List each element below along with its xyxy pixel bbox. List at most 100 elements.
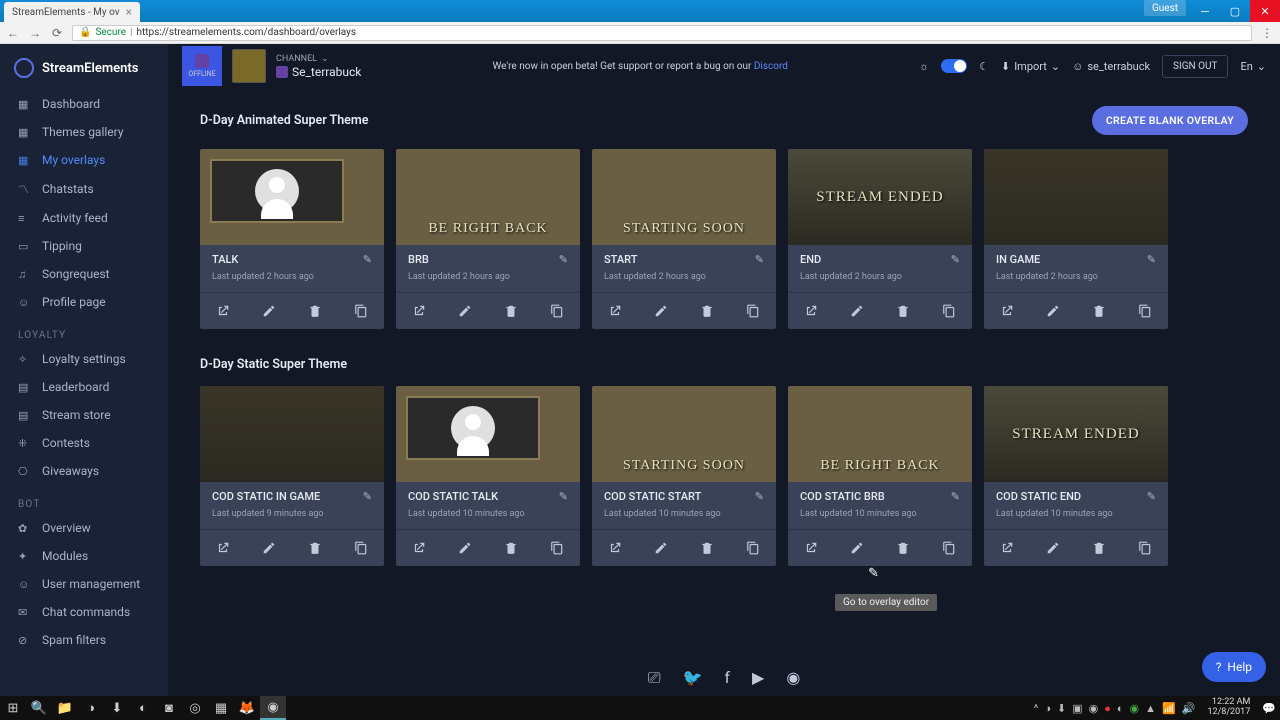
youtube-icon[interactable]: ▶ [752, 668, 764, 688]
channel-avatar[interactable] [232, 49, 266, 83]
start-icon[interactable]: ⊞ [0, 696, 26, 720]
firefox-icon[interactable]: 🦊 [234, 696, 260, 720]
steam-icon[interactable]: ◑ [78, 696, 104, 720]
sidebar-item-giveaways[interactable]: ⎔Giveaways [0, 457, 168, 485]
tray-icon[interactable]: ◐ [1117, 702, 1124, 715]
tray-icon[interactable]: ◑ [1044, 702, 1051, 715]
tray-icon[interactable]: ^ [1034, 702, 1039, 715]
delete-icon[interactable] [684, 530, 730, 566]
discord-icon[interactable]: ◙ [156, 696, 182, 720]
launch-icon[interactable] [396, 293, 442, 329]
user-menu[interactable]: ☺se_terrabuck [1072, 60, 1150, 73]
edit-icon[interactable] [246, 530, 292, 566]
edit-icon[interactable] [638, 530, 684, 566]
overlay-thumbnail[interactable] [200, 386, 384, 482]
tray-icon[interactable]: ◉ [1130, 702, 1140, 715]
explorer-icon[interactable]: 📁 [52, 696, 78, 720]
sidebar-item-leaderboard[interactable]: ▤Leaderboard [0, 373, 168, 401]
signout-button[interactable]: SIGN OUT [1162, 55, 1228, 78]
copy-icon[interactable] [926, 293, 972, 329]
create-overlay-button[interactable]: CREATE BLANK OVERLAY [1092, 106, 1248, 135]
overlay-thumbnail[interactable] [396, 386, 580, 482]
close-icon[interactable]: × [126, 5, 132, 19]
edit-icon[interactable] [834, 293, 880, 329]
browser-tab[interactable]: StreamElements - My ov × [4, 2, 140, 22]
overlay-thumbnail[interactable]: STARTING SOON [592, 386, 776, 482]
edit-icon[interactable]: ✎ [1147, 253, 1156, 266]
sidebar-item-stream-store[interactable]: ▤Stream store [0, 401, 168, 429]
copy-icon[interactable] [730, 530, 776, 566]
twitter-icon[interactable]: 🐦 [683, 668, 703, 688]
channel-label[interactable]: CHANNEL⌄ [276, 54, 361, 64]
import-button[interactable]: ⬇Import⌄ [1001, 60, 1060, 73]
facebook-icon[interactable]: f [724, 668, 730, 688]
obs-icon[interactable]: ◎ [182, 696, 208, 720]
delete-icon[interactable] [684, 293, 730, 329]
sidebar-item-overview[interactable]: ✿Overview [0, 514, 168, 542]
launch-icon[interactable] [200, 293, 246, 329]
back-icon[interactable]: ← [6, 26, 20, 40]
sidebar-item-user-management[interactable]: ☺User management [0, 570, 168, 598]
copy-icon[interactable] [534, 530, 580, 566]
clock[interactable]: 12:22 AM12/8/2017 [1201, 698, 1256, 718]
overlay-thumbnail[interactable] [984, 149, 1168, 245]
app-icon[interactable]: ◐ [130, 696, 156, 720]
copy-icon[interactable] [534, 293, 580, 329]
overlay-thumbnail[interactable]: STARTING SOON [592, 149, 776, 245]
delete-icon[interactable] [880, 530, 926, 566]
delete-icon[interactable] [1076, 530, 1122, 566]
app-icon[interactable]: ⬇ [104, 696, 130, 720]
sidebar-item-chatstats[interactable]: 〽Chatstats [0, 174, 168, 204]
launch-icon[interactable] [200, 530, 246, 566]
launch-icon[interactable] [788, 530, 834, 566]
sidebar-item-themes-gallery[interactable]: ▦Themes gallery [0, 118, 168, 146]
logo[interactable]: StreamElements [0, 52, 168, 90]
guest-button[interactable]: Guest [1144, 0, 1186, 16]
copy-icon[interactable] [338, 530, 384, 566]
chrome-icon[interactable]: ◉ [260, 696, 286, 720]
sidebar-item-songrequest[interactable]: ♫Songrequest [0, 260, 168, 288]
overlay-thumbnail[interactable]: BE RIGHT BACK [396, 149, 580, 245]
notifications-icon[interactable]: 💬 [1262, 702, 1276, 715]
sidebar-item-profile-page[interactable]: ☺Profile page [0, 288, 168, 316]
theme-toggle[interactable] [941, 59, 967, 73]
edit-icon[interactable]: ✎ [951, 490, 960, 503]
tray-icon[interactable]: ● [1104, 702, 1111, 715]
edit-icon[interactable]: ✎ [559, 253, 568, 266]
help-button[interactable]: ?Help [1202, 652, 1266, 682]
edit-icon[interactable] [246, 293, 292, 329]
minimize-icon[interactable]: ─ [1190, 0, 1220, 22]
sidebar-item-my-overlays[interactable]: ▦My overlays [0, 146, 168, 174]
delete-icon[interactable] [1076, 293, 1122, 329]
launch-icon[interactable] [592, 293, 638, 329]
twitch-icon[interactable]: ⎚ [648, 668, 661, 688]
app-icon[interactable]: ▦ [208, 696, 234, 720]
discord-icon[interactable]: ◉ [786, 668, 800, 688]
edit-icon[interactable]: ✎ [363, 490, 372, 503]
url-input[interactable]: 🔒 Secure | https://streamelements.com/da… [72, 25, 1252, 41]
close-window-icon[interactable]: ✕ [1250, 0, 1280, 22]
delete-icon[interactable] [488, 530, 534, 566]
sidebar-item-tipping[interactable]: ▭Tipping [0, 232, 168, 260]
launch-icon[interactable] [984, 530, 1030, 566]
sidebar-item-activity-feed[interactable]: ≡Activity feed [0, 204, 168, 232]
discord-link[interactable]: Discord [754, 61, 788, 72]
edit-icon[interactable] [1030, 293, 1076, 329]
edit-icon[interactable]: ✎ [755, 490, 764, 503]
edit-icon[interactable]: ✎ [363, 253, 372, 266]
tray-icon[interactable]: ⬇ [1057, 702, 1066, 715]
launch-icon[interactable] [788, 293, 834, 329]
sidebar-item-loyalty-settings[interactable]: ✧Loyalty settings [0, 345, 168, 373]
wifi-icon[interactable]: 📶 [1162, 702, 1176, 715]
edit-icon[interactable] [1030, 530, 1076, 566]
edit-icon[interactable] [442, 293, 488, 329]
overlay-thumbnail[interactable]: STREAM ENDED [984, 386, 1168, 482]
overlay-thumbnail[interactable]: BE RIGHT BACK [788, 386, 972, 482]
launch-icon[interactable] [592, 530, 638, 566]
launch-icon[interactable] [984, 293, 1030, 329]
sidebar-item-contests[interactable]: ⁜Contests [0, 429, 168, 457]
delete-icon[interactable] [292, 530, 338, 566]
tray-icon[interactable]: ▣ [1072, 702, 1082, 715]
delete-icon[interactable] [880, 293, 926, 329]
copy-icon[interactable] [1122, 293, 1168, 329]
